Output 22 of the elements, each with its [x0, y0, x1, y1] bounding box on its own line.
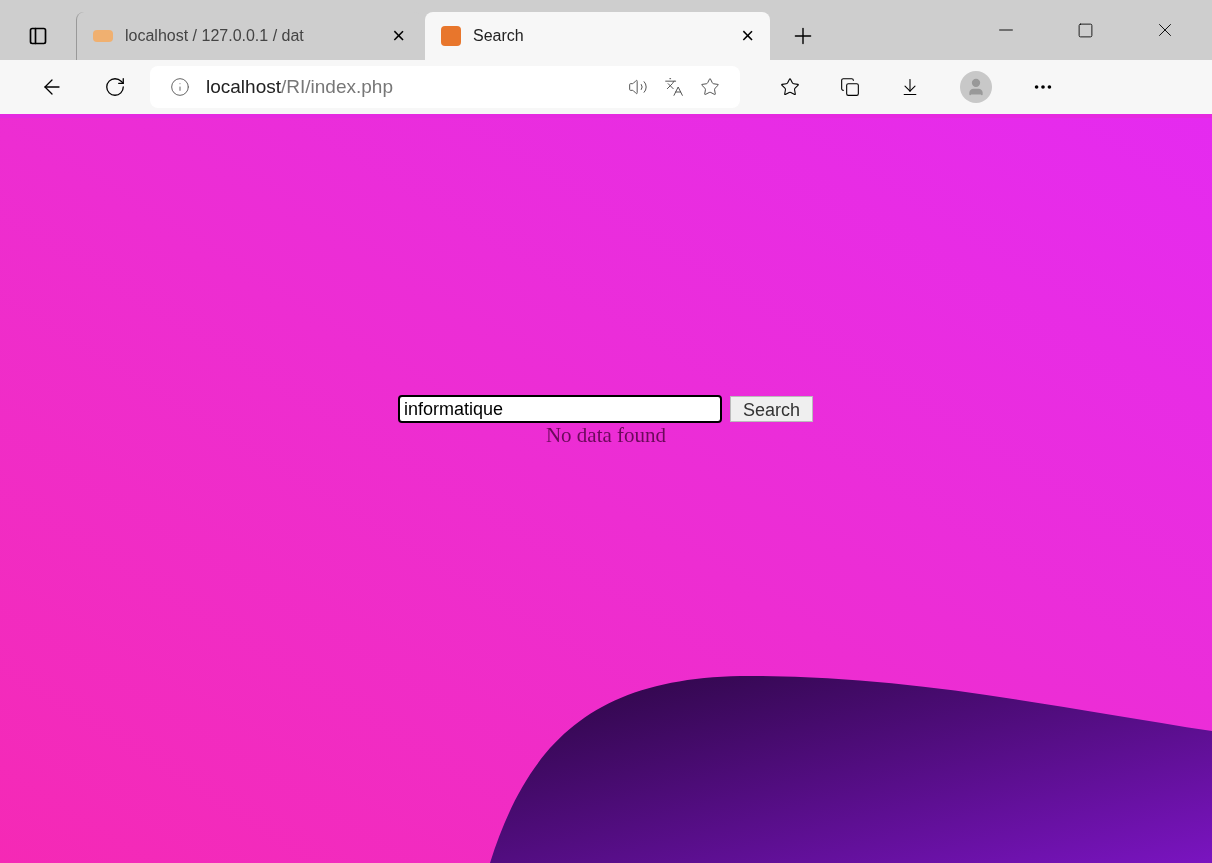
translate-icon[interactable]	[664, 77, 684, 97]
favorites-icon[interactable]	[780, 77, 800, 97]
collections-icon[interactable]	[840, 77, 860, 97]
read-aloud-icon[interactable]	[628, 77, 648, 97]
no-data-message: No data found	[545, 425, 667, 446]
profile-avatar[interactable]	[960, 71, 992, 103]
tab-close-button[interactable]: ×	[392, 25, 405, 47]
refresh-icon[interactable]	[104, 76, 126, 98]
search-button[interactable]: Search	[729, 396, 813, 422]
info-icon[interactable]	[170, 77, 190, 97]
maximize-icon[interactable]	[1077, 21, 1094, 39]
site-icon	[93, 30, 113, 42]
tab-title: Search	[473, 26, 525, 46]
search-field[interactable]: informatique	[397, 395, 722, 423]
add-favorite-icon[interactable]	[700, 77, 720, 97]
tab-close-button[interactable]: ×	[741, 25, 754, 47]
sidebar-icon[interactable]	[28, 26, 48, 46]
tab-title: localhost / 127.0.0.1 / dat	[125, 26, 305, 46]
address-bar[interactable]: localhost/RI/index.php	[150, 66, 740, 108]
site-icon	[441, 26, 461, 46]
url-text: localhost/RI/index.php	[206, 74, 394, 99]
browser-tab[interactable]: Search ×	[425, 12, 770, 60]
